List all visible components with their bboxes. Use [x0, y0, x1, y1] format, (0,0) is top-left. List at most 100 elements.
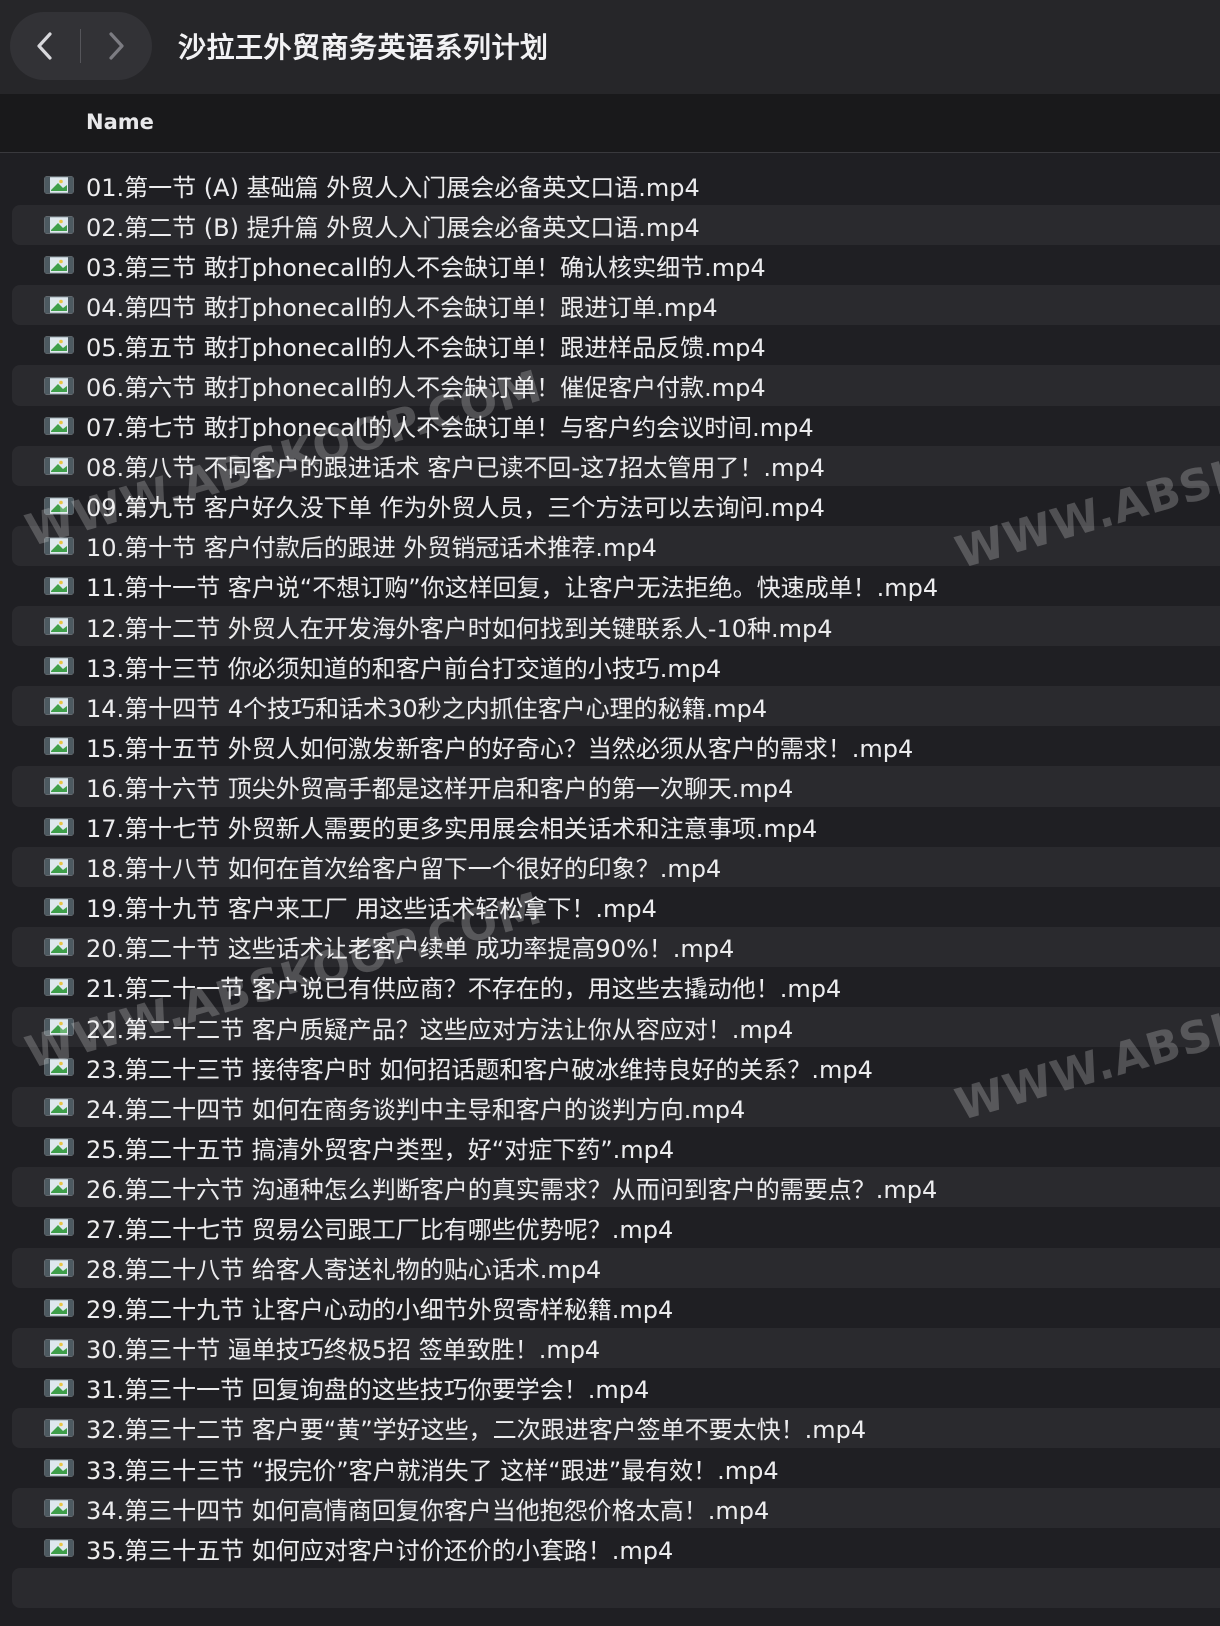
video-file-icon [44, 1259, 74, 1277]
file-row[interactable]: 35.第三十五节 如何应对客户讨价还价的小套路！.mp4 [12, 1528, 1220, 1568]
file-row[interactable]: 18.第十八节 如何在首次给客户留下一个很好的印象？.mp4 [12, 846, 1220, 887]
file-row[interactable]: 19.第十九节 客户来工厂 用这些话术轻松拿下！.mp4 [12, 887, 1220, 927]
file-row[interactable]: 28.第二十八节 给客人寄送礼物的贴心话术.mp4 [12, 1247, 1220, 1288]
file-row[interactable]: 31.第三十一节 回复询盘的这些技巧你要学会！.mp4 [12, 1368, 1220, 1408]
window-title: 沙拉王外贸商务英语系列计划 [178, 31, 549, 64]
name-column-header[interactable]: Name [86, 110, 154, 134]
file-row[interactable]: 20.第二十节 这些话术让老客户续单 成功率提高90%！.mp4 [12, 926, 1220, 967]
video-file-icon [44, 417, 74, 435]
file-row[interactable]: 02.第二节 (B) 提升篇 外贸人入门展会必备英文口语.mp4 [12, 205, 1220, 246]
video-file-icon [44, 777, 74, 795]
empty-row [12, 1568, 1220, 1609]
video-file-icon [44, 176, 74, 194]
file-name: 17.第十七节 外贸新人需要的更多实用展会相关话术和注意事项.mp4 [86, 815, 818, 844]
file-name: 27.第二十七节 贸易公司跟工厂比有哪些优势呢？.mp4 [86, 1215, 674, 1244]
file-row[interactable]: 32.第三十二节 客户要“黄”学好这些，二次跟进客户签单不要太快！.mp4 [12, 1407, 1220, 1448]
file-row[interactable]: 13.第十三节 你必须知道的和客户前台打交道的小技巧.mp4 [12, 646, 1220, 686]
file-name: 03.第三节 敢打phonecall的人不会缺订单！确认核实细节.mp4 [86, 253, 766, 282]
video-file-icon [44, 216, 74, 234]
video-file-icon [44, 336, 74, 354]
video-file-icon [44, 1419, 74, 1437]
file-row[interactable]: 26.第二十六节 沟通种怎么判断客户的真实需求？从而问到客户的需要点？.mp4 [12, 1167, 1220, 1208]
file-name: 05.第五节 敢打phonecall的人不会缺订单！跟进样品反馈.mp4 [86, 333, 766, 362]
file-name: 11.第十一节 客户说“不想订购”你这样回复，让客户无法拒绝。快速成单！.mp4 [86, 574, 939, 603]
file-name: 21.第二十一节 客户说已有供应商？不存在的，用这些去撬动他！.mp4 [86, 975, 842, 1004]
video-file-icon [44, 898, 74, 916]
file-row[interactable]: 09.第九节 客户好久没下单 作为外贸人员，三个方法可以去询问.mp4 [12, 486, 1220, 526]
video-file-icon [44, 377, 74, 395]
file-row[interactable]: 10.第十节 客户付款后的跟进 外贸销冠话术推荐.mp4 [12, 525, 1220, 566]
file-name: 34.第三十四节 如何高情商回复你客户当他抱怨价格太高！.mp4 [86, 1496, 770, 1525]
file-name: 09.第九节 客户好久没下单 作为外贸人员，三个方法可以去询问.mp4 [86, 494, 825, 523]
file-name: 06.第六节 敢打phonecall的人不会缺订单！催促客户付款.mp4 [86, 374, 766, 403]
file-name: 30.第三十节 逼单技巧终极5招 签单致胜！.mp4 [86, 1336, 601, 1365]
file-row[interactable]: 23.第二十三节 接待客户时 如何招话题和客户破冰维持良好的关系？.mp4 [12, 1047, 1220, 1087]
back-button[interactable] [10, 12, 80, 80]
video-file-icon [44, 858, 74, 876]
file-row[interactable]: 22.第二十二节 客户质疑产品？这些应对方法让你从容应对！.mp4 [12, 1006, 1220, 1048]
file-row[interactable]: 21.第二十一节 客户说已有供应商？不存在的，用这些去撬动他！.mp4 [12, 967, 1220, 1007]
file-row[interactable]: 27.第二十七节 贸易公司跟工厂比有哪些优势呢？.mp4 [12, 1207, 1220, 1247]
video-file-icon [44, 1218, 74, 1236]
file-row[interactable]: 30.第三十节 逼单技巧终极5招 签单致胜！.mp4 [12, 1327, 1220, 1368]
video-file-icon [44, 1178, 74, 1196]
file-row[interactable]: 24.第二十四节 如何在商务谈判中主导和客户的谈判方向.mp4 [12, 1087, 1220, 1128]
file-row[interactable]: 04.第四节 敢打phonecall的人不会缺订单！跟进订单.mp4 [12, 285, 1220, 326]
file-row[interactable]: 12.第十二节 外贸人在开发海外客户时如何找到关键联系人-10种.mp4 [12, 606, 1220, 647]
video-file-icon [44, 1018, 74, 1036]
video-file-icon [44, 697, 74, 715]
file-row[interactable]: 16.第十六节 顶尖外贸高手都是这样开启和客户的第一次聊天.mp4 [12, 766, 1220, 807]
video-file-icon [44, 938, 74, 956]
file-name: 02.第二节 (B) 提升篇 外贸人入门展会必备英文口语.mp4 [86, 213, 700, 242]
file-row[interactable]: 08.第八节 不同客户的跟进话术 客户已读不回-这7招太管用了！.mp4 [12, 445, 1220, 486]
file-name: 28.第二十八节 给客人寄送礼物的贴心话术.mp4 [86, 1256, 602, 1285]
file-name: 18.第十八节 如何在首次给客户留下一个很好的印象？.mp4 [86, 855, 722, 884]
video-file-icon [44, 818, 74, 836]
video-file-icon [44, 1379, 74, 1397]
file-row[interactable]: 29.第二十九节 让客户心动的小细节外贸寄样秘籍.mp4 [12, 1288, 1220, 1328]
video-file-icon [44, 1138, 74, 1156]
file-name: 32.第三十二节 客户要“黄”学好这些，二次跟进客户签单不要太快！.mp4 [86, 1416, 867, 1445]
file-row[interactable]: 17.第十七节 外贸新人需要的更多实用展会相关话术和注意事项.mp4 [12, 807, 1220, 847]
file-row[interactable]: 07.第七节 敢打phonecall的人不会缺订单！与客户约会议时间.mp4 [12, 406, 1220, 446]
file-name: 12.第十二节 外贸人在开发海外客户时如何找到关键联系人-10种.mp4 [86, 614, 833, 643]
file-name: 19.第十九节 客户来工厂 用这些话术轻松拿下！.mp4 [86, 895, 657, 924]
video-file-icon [44, 1058, 74, 1076]
video-file-icon [44, 256, 74, 274]
video-file-icon [44, 1339, 74, 1357]
video-file-icon [44, 577, 74, 595]
file-name: 16.第十六节 顶尖外贸高手都是这样开启和客户的第一次聊天.mp4 [86, 774, 794, 803]
file-name: 14.第十四节 4个技巧和话术30秒之内抓住客户心理的秘籍.mp4 [86, 694, 768, 723]
file-row[interactable]: 11.第十一节 客户说“不想订购”你这样回复，让客户无法拒绝。快速成单！.mp4 [12, 566, 1220, 606]
file-name: 04.第四节 敢打phonecall的人不会缺订单！跟进订单.mp4 [86, 293, 718, 322]
file-row[interactable]: 03.第三节 敢打phonecall的人不会缺订单！确认核实细节.mp4 [12, 245, 1220, 285]
file-row[interactable]: 15.第十五节 外贸人如何激发新客户的好奇心？当然必须从客户的需求！.mp4 [12, 726, 1220, 766]
file-row[interactable]: 05.第五节 敢打phonecall的人不会缺订单！跟进样品反馈.mp4 [12, 325, 1220, 365]
video-file-icon [44, 978, 74, 996]
video-file-icon [44, 1539, 74, 1557]
file-row[interactable]: 34.第三十四节 如何高情商回复你客户当他抱怨价格太高！.mp4 [12, 1488, 1220, 1529]
file-row[interactable]: 25.第二十五节 搞清外贸客户类型，好“对症下药”.mp4 [12, 1127, 1220, 1167]
file-name: 35.第三十五节 如何应对客户讨价还价的小套路！.mp4 [86, 1536, 674, 1565]
video-file-icon [44, 537, 74, 555]
file-name: 10.第十节 客户付款后的跟进 外贸销冠话术推荐.mp4 [86, 534, 657, 563]
video-file-icon [44, 617, 74, 635]
file-name: 22.第二十二节 客户质疑产品？这些应对方法让你从容应对！.mp4 [86, 1015, 794, 1044]
file-name: 25.第二十五节 搞清外贸客户类型，好“对症下药”.mp4 [86, 1135, 675, 1164]
file-name: 07.第七节 敢打phonecall的人不会缺订单！与客户约会议时间.mp4 [86, 414, 814, 443]
forward-button[interactable] [81, 12, 151, 80]
file-row[interactable]: 01.第一节 (A) 基础篇 外贸人入门展会必备英文口语.mp4 [12, 165, 1220, 205]
column-header: Name [0, 94, 1220, 153]
file-name: 20.第二十节 这些话术让老客户续单 成功率提高90%！.mp4 [86, 935, 735, 964]
file-row[interactable]: 14.第十四节 4个技巧和话术30秒之内抓住客户心理的秘籍.mp4 [12, 686, 1220, 727]
file-name: 13.第十三节 你必须知道的和客户前台打交道的小技巧.mp4 [86, 654, 722, 683]
video-file-icon [44, 1459, 74, 1477]
file-name: 15.第十五节 外贸人如何激发新客户的好奇心？当然必须从客户的需求！.mp4 [86, 734, 914, 763]
file-name: 08.第八节 不同客户的跟进话术 客户已读不回-这7招太管用了！.mp4 [86, 454, 825, 483]
file-row[interactable]: 33.第三十三节 “报完价”客户就消失了 这样“跟进”最有效！.mp4 [12, 1448, 1220, 1488]
file-name: 26.第二十六节 沟通种怎么判断客户的真实需求？从而问到客户的需要点？.mp4 [86, 1175, 938, 1204]
file-row[interactable]: 06.第六节 敢打phonecall的人不会缺订单！催促客户付款.mp4 [12, 365, 1220, 406]
file-name: 01.第一节 (A) 基础篇 外贸人入门展会必备英文口语.mp4 [86, 173, 700, 202]
navigation-buttons [10, 12, 152, 80]
video-file-icon [44, 1299, 74, 1317]
